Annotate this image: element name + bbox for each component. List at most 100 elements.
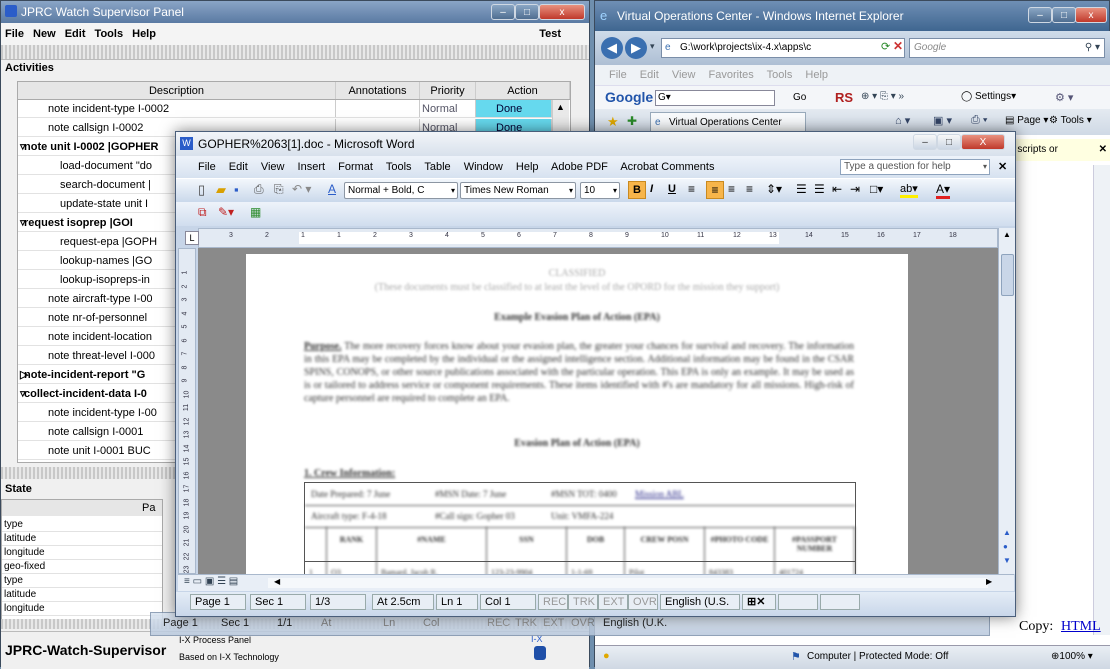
word-menu-acrobat-comments[interactable]: Acrobat Comments [620, 161, 714, 173]
search-icon[interactable]: ⚲ ▾ [1085, 39, 1100, 57]
open-icon[interactable]: ▰ [216, 182, 226, 198]
view-buttons[interactable]: ≡ ▭ ▣ ☰ ▤ [184, 576, 238, 587]
toolbar-overflow-icon[interactable]: ⊕ ▾ ⎘ ▾ » [861, 91, 904, 102]
word-menu-tools[interactable]: Tools [386, 161, 412, 173]
italic-button[interactable]: I [650, 183, 653, 195]
align-left-icon[interactable]: ≡ [688, 182, 695, 196]
new-doc-icon[interactable]: ▯ [198, 182, 205, 198]
tools-menu-button[interactable]: ⚙ Tools ▾ [1049, 115, 1092, 126]
word-hscrollbar[interactable]: ≡ ▭ ▣ ☰ ▤ ◀ ▶ [178, 574, 1014, 591]
word-menu-view[interactable]: View [261, 161, 285, 173]
ie-menu-tools[interactable]: Tools [767, 69, 793, 81]
col-action[interactable]: Action [476, 82, 570, 99]
document-page[interactable]: CLASSIFIED (These documents must be clas… [246, 254, 908, 574]
page-menu-button[interactable]: ▤ Page ▾ [1005, 115, 1048, 126]
home-icon[interactable]: ⌂ ▾ [895, 114, 910, 127]
bullets-icon[interactable]: ☰ [814, 182, 825, 196]
rs-button[interactable]: RS [835, 90, 853, 105]
browse-object-icon[interactable]: ● [1003, 542, 1008, 551]
splitter-top[interactable] [1, 45, 589, 60]
print-icon[interactable]: ⎙ ▾ [971, 114, 987, 127]
jprc-close-button[interactable]: x [539, 4, 585, 20]
tab-selector[interactable]: L [185, 231, 199, 245]
vertical-ruler[interactable]: 1 2 3 4 5 6 7 8 9 10 11 12 13 14 15 16 17 18 19 20 21 22 23 [178, 248, 196, 574]
ie-scrollbar[interactable] [1093, 165, 1110, 635]
ie-maximize-button[interactable]: □ [1052, 7, 1076, 23]
size-select[interactable]: 10 ▾ [580, 182, 620, 199]
forward-button[interactable]: ▶ [625, 37, 647, 59]
feeds-icon[interactable]: ▣ ▾ [933, 114, 952, 127]
jprc-menu-help[interactable]: Help [132, 28, 156, 40]
jprc-menu-tools[interactable]: Tools [95, 28, 124, 40]
ie-menu-help[interactable]: Help [805, 69, 828, 81]
styles-icon[interactable]: A [328, 182, 336, 196]
add-favorites-icon[interactable]: ✚ [627, 114, 637, 128]
favorites-star-icon[interactable]: ★ [607, 114, 619, 130]
spelling-status-icon[interactable]: ⊞✕ [742, 594, 776, 610]
word-minimize-button[interactable]: – [913, 134, 937, 150]
line-spacing-icon[interactable]: ⇕▾ [766, 182, 782, 196]
table-row[interactable]: note incident-type I-0002 Normal Done [18, 100, 552, 118]
highlight-icon[interactable]: ab▾ [900, 182, 918, 198]
font-color-icon[interactable]: A▾ [936, 182, 951, 199]
col-description[interactable]: Description [18, 82, 336, 99]
ie-menu-view[interactable]: View [672, 69, 696, 81]
undo-icon[interactable]: ↶ ▾ [292, 182, 311, 196]
row-priority[interactable]: Normal [420, 100, 476, 117]
status-rec[interactable]: REC [538, 594, 568, 610]
word-menu-edit[interactable]: Edit [229, 161, 248, 173]
word-titlebar[interactable]: W GOPHER%2063[1].doc - Microsoft Word [176, 132, 1015, 156]
state-row[interactable]: type [2, 518, 162, 532]
acrobat-review-icon[interactable]: ✎▾ [218, 205, 234, 219]
ie-minimize-button[interactable]: – [1028, 7, 1052, 23]
ie-menu-file[interactable]: File [609, 69, 627, 81]
html-link[interactable]: HTML [1061, 619, 1101, 635]
nav-dropdown-icon[interactable]: ▾ [650, 41, 655, 52]
ie-close-button[interactable]: x [1075, 7, 1107, 23]
info-bar-close-icon[interactable]: ✕ [1099, 139, 1107, 161]
style-select[interactable]: Normal + Bold, C ▾ [344, 182, 458, 199]
hscroll-left-icon[interactable]: ◀ [274, 577, 280, 586]
jprc-minimize-button[interactable]: – [491, 4, 515, 20]
google-go-button[interactable]: Go [793, 92, 806, 103]
font-select[interactable]: Times New Roman ▾ [460, 182, 576, 199]
status-trk[interactable]: TRK [568, 594, 598, 610]
print-doc-icon[interactable]: ⎙ [254, 182, 264, 197]
align-right-icon[interactable]: ≡ [728, 182, 735, 196]
zoom-control[interactable]: ⊕100% ▾ [1051, 651, 1093, 662]
settings-button[interactable]: ◯ Settings▾ [961, 91, 1016, 102]
help-dropdown-icon[interactable]: ▾ [983, 160, 987, 174]
style-dropdown-icon[interactable]: ▾ [451, 183, 455, 198]
row-action[interactable]: Done [476, 100, 552, 117]
hscroll-right-icon[interactable]: ▶ [986, 577, 992, 586]
word-vscrollbar[interactable]: ▲ ▲ ● ▼ [998, 228, 1015, 574]
search-box[interactable]: Google ⚲ ▾ [909, 38, 1105, 58]
outdent-icon[interactable]: ⇤ [832, 182, 842, 196]
underline-button[interactable]: U [668, 183, 676, 195]
word-menu-table[interactable]: Table [424, 161, 450, 173]
ie-menu-edit[interactable]: Edit [640, 69, 659, 81]
refresh-icon[interactable]: ⟳ [881, 40, 890, 53]
stop-icon[interactable]: ✕ [893, 39, 903, 53]
horizontal-ruler[interactable]: L 3 2 1 1 2 3 4 5 6 7 8 9 10 11 12 13 14 15 16 17 18 [185, 228, 998, 248]
jprc-menu-new[interactable]: New [33, 28, 56, 40]
status-lang[interactable]: English (U.S. [660, 594, 740, 610]
word-menu-insert[interactable]: Insert [298, 161, 326, 173]
vscroll-thumb[interactable] [1001, 254, 1014, 296]
acrobat-extra-icon[interactable]: ▦ [250, 205, 261, 219]
next-page-icon[interactable]: ▼ [1003, 556, 1011, 565]
status-ovr[interactable]: OVR [628, 594, 658, 610]
status-ext[interactable]: EXT [598, 594, 628, 610]
bold-button[interactable]: B [628, 181, 646, 199]
copy-icon[interactable]: ⎘ [274, 182, 284, 197]
ie-menu-favorites[interactable]: Favorites [709, 69, 754, 81]
vscroll-up-icon[interactable]: ▲ [1003, 230, 1011, 239]
word-menu-help[interactable]: Help [516, 161, 539, 173]
col-annotations[interactable]: Annotations [336, 82, 420, 99]
word-menu-format[interactable]: Format [338, 161, 373, 173]
address-bar[interactable]: e G:\work\projects\ix-4.x\apps\c [661, 38, 905, 58]
numbering-icon[interactable]: ☰ [796, 182, 807, 196]
google-search-input[interactable]: G▾ [655, 90, 775, 106]
state-row[interactable]: type [2, 574, 162, 588]
border-icon[interactable]: □▾ [870, 182, 883, 196]
